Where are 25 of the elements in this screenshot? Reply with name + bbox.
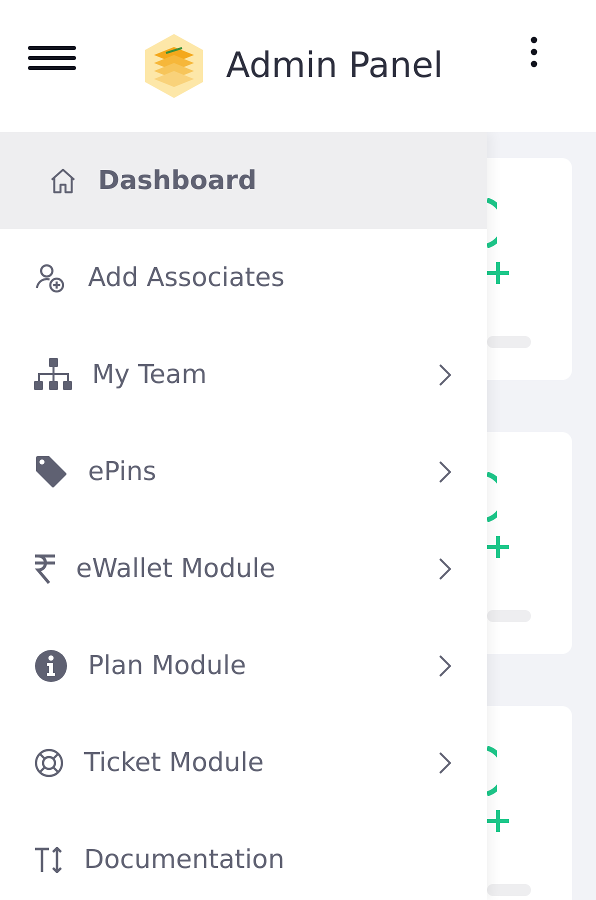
lifebuoy-icon [34, 748, 64, 778]
sidebar-item[interactable]: eWallet Module [0, 520, 487, 617]
ring-icon [487, 472, 497, 522]
sidebar-item[interactable]: Dashboard [0, 132, 487, 229]
plus-icon [487, 810, 509, 832]
sitemap-icon [34, 358, 72, 392]
sidebar-item[interactable]: Ticket Module [0, 714, 487, 811]
info-icon [34, 648, 68, 682]
ring-icon [487, 746, 497, 796]
text-size-icon [34, 846, 64, 872]
rupee-icon [34, 552, 56, 584]
tag-icon [34, 454, 68, 488]
sidebar-item[interactable]: Plan Module [0, 617, 487, 714]
app-title: Admin Panel [226, 46, 444, 86]
sidebar-item[interactable]: My Team [0, 326, 487, 423]
plus-icon [487, 262, 509, 284]
logo-icon [144, 33, 204, 99]
placeholder-bar [487, 884, 531, 896]
plus-icon [487, 536, 509, 558]
sidebar-item[interactable]: Add Associates [0, 229, 487, 326]
sidebar-item[interactable]: ePins [0, 423, 487, 520]
sidebar-item[interactable]: Documentation [0, 811, 487, 900]
ring-icon [487, 198, 497, 248]
placeholder-bar [487, 610, 531, 622]
placeholder-bar [487, 336, 531, 348]
